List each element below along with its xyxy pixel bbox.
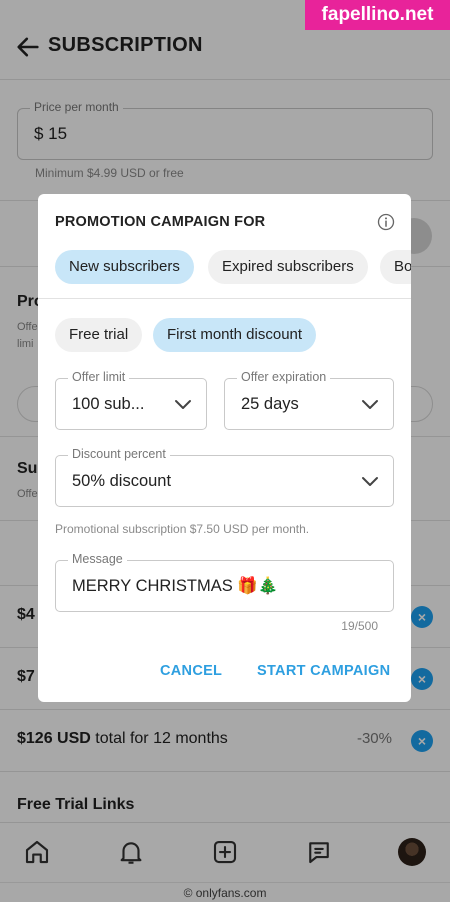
message-input[interactable]: Message MERRY CHRISTMAS 🎁🎄 (55, 552, 394, 612)
tab-both[interactable]: Bo (380, 250, 411, 284)
tab-first-month-discount[interactable]: First month discount (153, 318, 317, 352)
info-icon[interactable] (376, 212, 396, 232)
tab-free-trial[interactable]: Free trial (55, 318, 143, 352)
discount-percent-select[interactable]: Discount percent 50% discount (55, 447, 394, 507)
chevron-down-icon (175, 400, 191, 409)
chevron-down-icon (362, 477, 378, 486)
start-campaign-button[interactable]: START CAMPAIGN (257, 663, 390, 679)
discount-percent-value: 50% discount (72, 472, 172, 490)
offer-limit-label: Offer limit (68, 370, 130, 384)
chevron-down-icon (362, 400, 378, 409)
offer-limit-value: 100 sub... (72, 395, 145, 413)
dialog-title: PROMOTION CAMPAIGN FOR (55, 214, 266, 230)
promotional-price-hint: Promotional subscription $7.50 USD per m… (55, 522, 310, 536)
cancel-button[interactable]: CANCEL (160, 663, 222, 679)
message-label: Message (68, 552, 127, 566)
promotion-campaign-dialog: PROMOTION CAMPAIGN FOR New subscribers E… (38, 194, 411, 702)
tab-expired-subscribers[interactable]: Expired subscribers (208, 250, 368, 284)
divider (38, 298, 411, 299)
tab-new-subscribers[interactable]: New subscribers (55, 250, 194, 284)
offer-limit-select[interactable]: Offer limit 100 sub... (55, 370, 207, 430)
watermark: fapellino.net (305, 0, 450, 30)
offer-expiration-select[interactable]: Offer expiration 25 days (224, 370, 394, 430)
offer-expiration-label: Offer expiration (237, 370, 331, 384)
character-counter: 19/500 (341, 619, 378, 633)
message-value: MERRY CHRISTMAS 🎁🎄 (72, 577, 279, 595)
discount-percent-label: Discount percent (68, 447, 170, 461)
offer-expiration-value: 25 days (241, 395, 299, 413)
